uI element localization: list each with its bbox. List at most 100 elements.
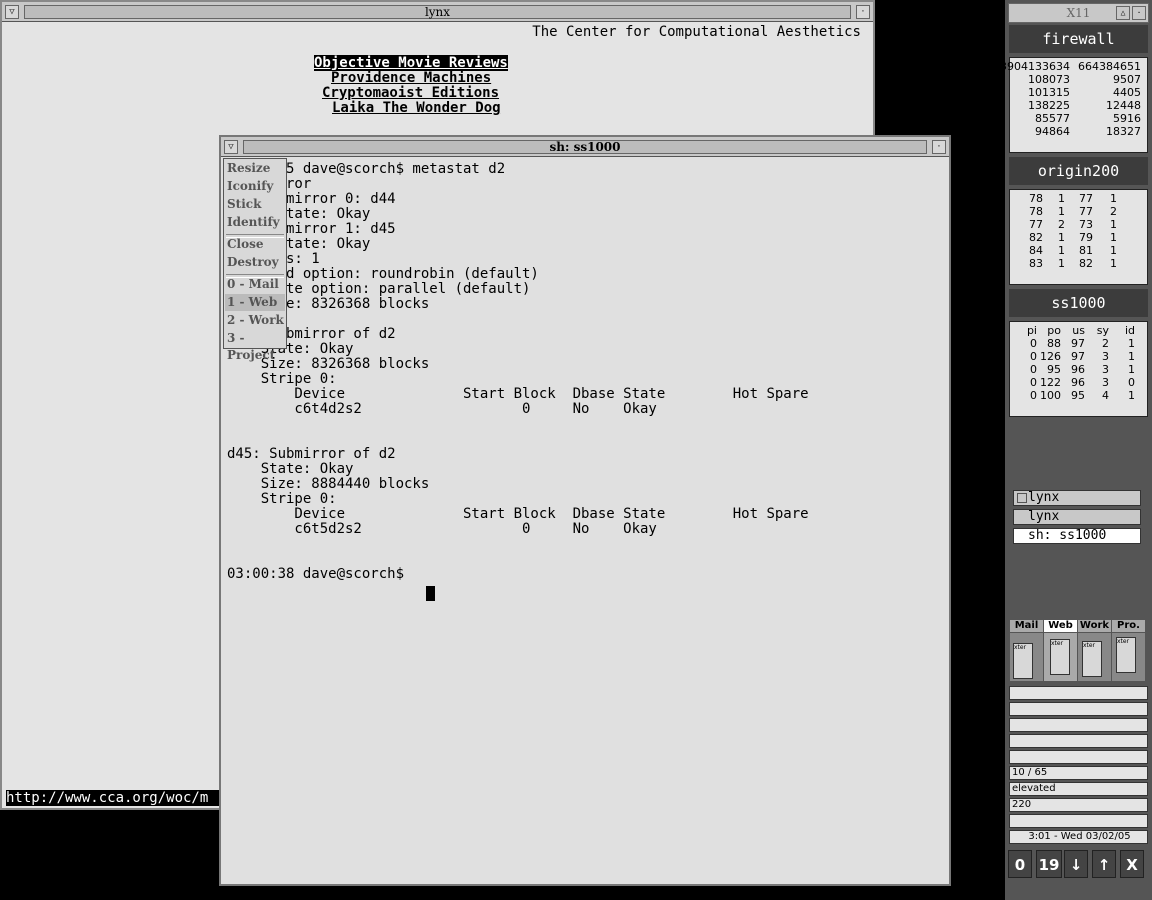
stat-header: pi po us sy id	[1010, 324, 1147, 337]
terminal-line: Size: 8884440 blocks	[227, 476, 430, 492]
pager-mini-window: xter	[1116, 637, 1136, 673]
menu-identify[interactable]: Identify	[227, 214, 280, 231]
link-movie-reviews[interactable]: Objective Movie Reviews	[314, 55, 508, 71]
window-maximize-icon[interactable]: ·	[856, 5, 870, 19]
dock-menu-icon[interactable]: ·	[1132, 6, 1146, 20]
xterm-title: sh: ss1000	[243, 140, 927, 154]
link-cryptomaoist-editions[interactable]: Cryptomaoist Editions	[322, 85, 499, 101]
stat-header-cell: us	[1072, 324, 1085, 337]
stat-value: 79	[1079, 231, 1093, 244]
stat-value: 3	[1102, 363, 1109, 376]
arrow-up-icon[interactable]: ↑	[1092, 850, 1116, 878]
stat-row: 3904133634 664384651	[1000, 60, 1147, 73]
stat-row: 83 1 82 1	[1010, 257, 1147, 270]
origin200-label: origin200	[1009, 157, 1148, 185]
stat-row: 77 2 73 1	[1010, 218, 1147, 231]
stat-value: 96	[1071, 363, 1085, 376]
clock: 3:01 - Wed 03/02/05	[1009, 830, 1148, 844]
stat-value: 1	[1058, 205, 1065, 218]
terminal-area[interactable]: 03:00:35 dave@scorch$ metastat d2d2: Mir…	[223, 157, 947, 882]
dock-title: X11	[1066, 6, 1091, 20]
menu-close[interactable]: Close	[227, 236, 264, 253]
stat-value: 77	[1079, 205, 1093, 218]
arrow-down-icon[interactable]: ↓	[1064, 850, 1088, 878]
stat-header-cell: id	[1124, 324, 1135, 337]
stat-value: 1	[1128, 389, 1135, 402]
stat-row: 78 1 77 2	[1010, 205, 1147, 218]
counter-button-0[interactable]: 0	[1008, 850, 1032, 878]
dock-titlebar[interactable]: X11 △ ·	[1008, 3, 1149, 23]
stat-value: 77	[1079, 192, 1093, 205]
stat-row: 0 95 96 3 1	[1010, 363, 1147, 376]
menu-desk-work[interactable]: 2 - Work	[227, 312, 284, 329]
counter-button-19[interactable]: 19	[1036, 850, 1062, 878]
menu-desk-mail[interactable]: 0 - Mail	[227, 276, 279, 293]
lynx-titlebar[interactable]: ▽ lynx ·	[2, 2, 873, 22]
menu-destroy[interactable]: Destroy	[227, 254, 279, 271]
close-icon[interactable]: X	[1120, 850, 1144, 878]
pager-tab-mail[interactable]: Mail	[1010, 620, 1043, 632]
stat-value: 108073	[1028, 73, 1070, 86]
task-label: lynx	[1028, 490, 1060, 505]
xterm-window: ▽ sh: ss1000 · 03:00:35 dave@scorch$ met…	[219, 135, 951, 886]
task-label: lynx	[1028, 509, 1060, 524]
stat-row: 85577 5916	[1010, 112, 1147, 125]
stat-row: 0 88 97 2 1	[1010, 337, 1147, 350]
menu-resize[interactable]: Resize	[227, 160, 270, 177]
stat-row: 108073 9507	[1010, 73, 1147, 86]
stat-value: 1	[1110, 244, 1117, 257]
pager-desk-mail[interactable]: xter	[1010, 633, 1043, 681]
info-load: 10 / 65	[1009, 766, 1148, 780]
pager-tab-work[interactable]: Work	[1078, 620, 1111, 632]
stat-row: 138225 12448	[1010, 99, 1147, 112]
stat-value: 2	[1102, 337, 1109, 350]
menu-stick[interactable]: Stick	[227, 196, 261, 213]
wharf-dock: X11 △ · firewall 3904133634 664384651 1080…	[1000, 0, 1152, 900]
link-laika[interactable]: Laika The Wonder Dog	[332, 100, 501, 116]
menu-desk-web[interactable]: 1 - Web	[225, 294, 285, 311]
pager-desk-project[interactable]: xter	[1112, 633, 1145, 681]
firewall-label: firewall	[1009, 25, 1148, 53]
ss1000-stats: pi po us sy id 0 88 97 2 1 0 126 97 3 1 0 95 96 3 1 0 122 96 3 0…	[1009, 321, 1148, 417]
terminal-line: Stripe 0:	[227, 491, 337, 507]
stat-value: 101315	[1028, 86, 1070, 99]
stat-value: 18327	[1106, 125, 1141, 138]
terminal-line: c6t4d2s2 0 No Okay	[227, 401, 657, 417]
info-bar-empty	[1009, 814, 1148, 828]
origin200-stats: 78 1 77 1 78 1 77 2 77 2 73 1 82 1 79 1 84 1 81 1 83 1 82 1	[1009, 189, 1148, 285]
task-lynx[interactable]: lynx	[1013, 509, 1141, 525]
page-header: The Center for Computational Aesthetics	[532, 24, 861, 40]
menu-desk-project[interactable]: 3 - Project	[227, 330, 286, 362]
pager-tab-web[interactable]: Web	[1044, 620, 1077, 632]
task-xterm-active[interactable]: sh: ss1000	[1013, 528, 1141, 544]
window-menu-icon[interactable]: ▽	[224, 140, 238, 154]
pager-desk-web[interactable]: xter	[1044, 633, 1077, 681]
dock-shade-icon[interactable]: △	[1116, 6, 1130, 20]
info-status: elevated	[1009, 782, 1148, 796]
stat-value: 1	[1058, 257, 1065, 270]
stat-value: 1	[1110, 218, 1117, 231]
stat-value: 1	[1128, 363, 1135, 376]
stat-value: 3	[1102, 376, 1109, 389]
stat-value: 83	[1029, 257, 1043, 270]
stat-header-cell: sy	[1096, 324, 1109, 337]
stat-header-cell: po	[1047, 324, 1061, 337]
stat-value: 82	[1029, 231, 1043, 244]
window-maximize-icon[interactable]: ·	[932, 140, 946, 154]
stat-value: 96	[1071, 376, 1085, 389]
stat-value: 1	[1110, 257, 1117, 270]
window-icon	[1017, 493, 1027, 503]
stat-value: 664384651	[1078, 60, 1141, 73]
pager-mini-window: xter	[1082, 641, 1102, 677]
stat-value: 78	[1029, 192, 1043, 205]
link-providence-machines[interactable]: Providence Machines	[331, 70, 491, 86]
stat-value: 95	[1047, 363, 1061, 376]
terminal-line: Device Start Block Dbase State Hot Spare	[227, 386, 809, 402]
ss1000-label: ss1000	[1009, 289, 1148, 317]
pager-desk-work[interactable]: xter	[1078, 633, 1111, 681]
task-lynx-iconic[interactable]: lynx	[1013, 490, 1141, 506]
window-menu-icon[interactable]: ▽	[5, 5, 19, 19]
xterm-titlebar[interactable]: ▽ sh: ss1000 ·	[221, 137, 949, 157]
menu-iconify[interactable]: Iconify	[227, 178, 273, 195]
pager-tab-project[interactable]: Pro.	[1112, 620, 1145, 632]
